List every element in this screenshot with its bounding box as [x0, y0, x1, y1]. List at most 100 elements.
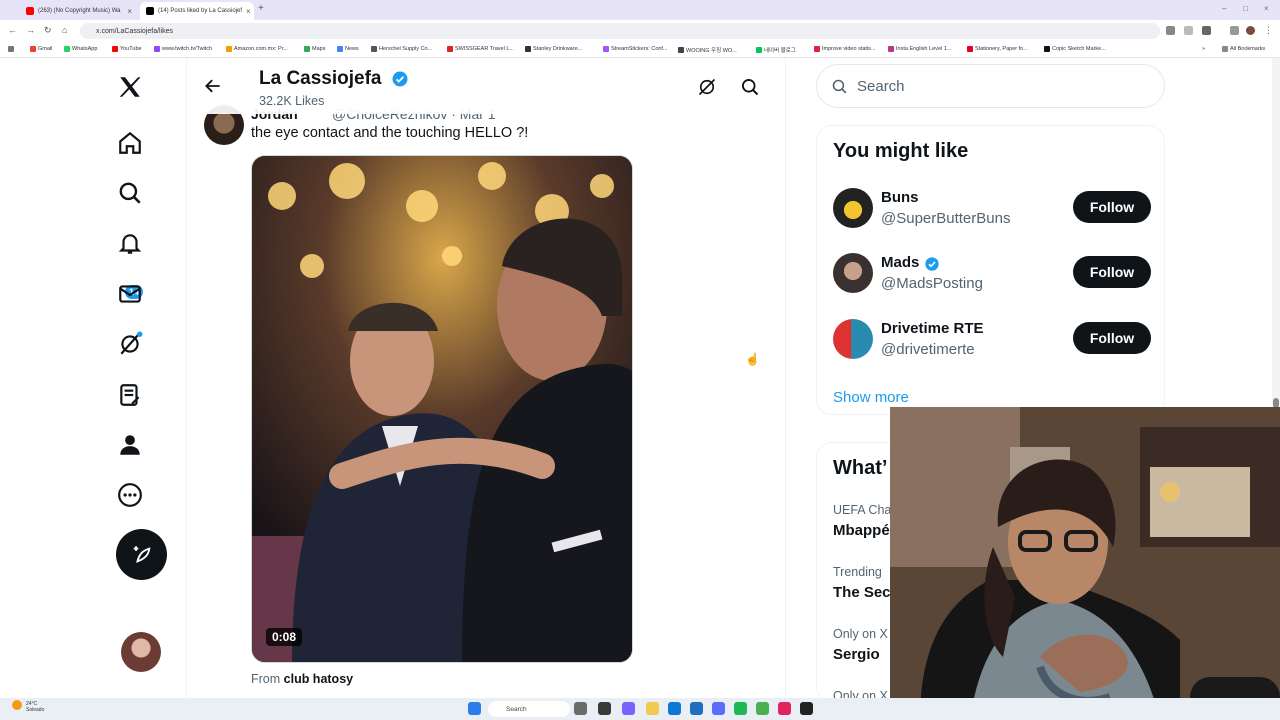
- lists-icon[interactable]: [115, 380, 145, 410]
- x-logo-icon[interactable]: [115, 72, 145, 102]
- youtube-icon: [26, 7, 34, 15]
- all-bookmarks-button[interactable]: All Bookmarks: [1222, 46, 1265, 52]
- avatar[interactable]: [833, 188, 873, 228]
- obs-icon[interactable]: [800, 702, 813, 715]
- app-icon[interactable]: [778, 702, 791, 715]
- likes-count: 32.2K Likes: [259, 94, 325, 108]
- follow-button[interactable]: Follow: [1073, 322, 1151, 354]
- extension-icon[interactable]: [1166, 26, 1175, 35]
- apps-grid-icon[interactable]: [8, 46, 14, 52]
- bookmark-swissgear[interactable]: SWISSGEAR Travel L...: [447, 46, 514, 52]
- avatar[interactable]: [833, 319, 873, 359]
- bookmark-whatsapp[interactable]: WhatsApp: [64, 46, 97, 52]
- bookmark-streamstickers[interactable]: StreamStickers: Conf...: [603, 46, 668, 52]
- trend-meta: Trending: [833, 565, 882, 579]
- zoom-icon[interactable]: [712, 702, 725, 715]
- bookmark-herschel[interactable]: Herschel Supply Co...: [371, 46, 432, 52]
- taskbar-search[interactable]: Search: [488, 701, 570, 717]
- new-tab-button[interactable]: +: [258, 3, 264, 14]
- bookmark-stanley[interactable]: Stanley Drinkware...: [525, 46, 582, 52]
- suggestion-name[interactable]: Buns: [881, 189, 919, 206]
- account-avatar[interactable]: [121, 632, 161, 672]
- suggestion-name[interactable]: Drivetime RTE: [881, 320, 984, 337]
- source-account-link[interactable]: club hatosy: [284, 672, 353, 686]
- bookmark-maps[interactable]: Maps: [304, 46, 325, 52]
- suggestion-row[interactable]: Buns @SuperButterBuns Follow: [833, 188, 1153, 238]
- video-source-attribution[interactable]: From club hatosy: [251, 672, 353, 686]
- weather-widget[interactable]: 24°C Soleado: [26, 701, 44, 713]
- trend-meta: Only on X: [833, 627, 888, 641]
- suggestion-row[interactable]: Drivetime RTE @drivetimerte Follow: [833, 319, 1153, 369]
- bookmark-news[interactable]: News: [337, 46, 359, 52]
- windows-taskbar: 24°C Soleado Search: [0, 698, 1280, 720]
- compose-post-button[interactable]: [116, 529, 167, 580]
- home-icon[interactable]: ⌂: [62, 25, 67, 35]
- bookmark-twitch[interactable]: www.twitch.tv/Twitch: [154, 46, 212, 52]
- bookmark-improve-video[interactable]: Improve video statis...: [814, 46, 876, 52]
- bookmark-wooing[interactable]: WOOING 우징 WO...: [678, 46, 737, 54]
- follow-button[interactable]: Follow: [1073, 256, 1151, 288]
- tweet-video[interactable]: 0:08: [251, 155, 633, 663]
- extension-icon[interactable]: [1184, 26, 1193, 35]
- file-explorer-icon[interactable]: [646, 702, 659, 715]
- notifications-bell-icon[interactable]: [115, 229, 145, 259]
- suggestion-handle: @MadsPosting: [881, 275, 983, 292]
- suggestion-handle: @SuperButterBuns: [881, 210, 1011, 227]
- weather-sun-icon[interactable]: [12, 700, 22, 710]
- show-more-link[interactable]: Show more: [833, 389, 909, 406]
- bookmark-insta-english[interactable]: Insta English Level 1...: [888, 46, 951, 52]
- browser-tab-x[interactable]: (14) Posts liked by La Cassiojef ×: [140, 2, 254, 20]
- task-view-icon[interactable]: [574, 702, 587, 715]
- app-icon[interactable]: [690, 702, 703, 715]
- grok-icon[interactable]: [697, 77, 717, 97]
- who-to-follow-title: You might like: [833, 140, 969, 162]
- close-window-button[interactable]: ×: [1264, 4, 1269, 13]
- bookmark-naver[interactable]: 네이버 블로그: [756, 46, 796, 54]
- webcam-overlay: [890, 407, 1280, 720]
- menu-kebab-icon[interactable]: ⋮: [1264, 25, 1273, 36]
- explore-search-icon[interactable]: [115, 178, 145, 208]
- maximize-button[interactable]: □: [1243, 4, 1248, 13]
- search-icon[interactable]: [740, 77, 760, 97]
- minimize-button[interactable]: –: [1222, 4, 1226, 13]
- avatar[interactable]: [833, 253, 873, 293]
- chrome-icon[interactable]: [756, 702, 769, 715]
- bookmarks-bar: Gmail WhatsApp YouTube www.twitch.tv/Twi…: [0, 42, 1280, 58]
- bookmark-gmail[interactable]: Gmail: [30, 46, 52, 52]
- bookmark-amazon[interactable]: Amazon.com.mx: Pr...: [226, 46, 288, 52]
- edge-icon[interactable]: [668, 702, 681, 715]
- browser-tab-youtube[interactable]: (263) (No Copyright Music) Wa ×: [20, 2, 138, 20]
- app-icon[interactable]: [598, 702, 611, 715]
- close-tab-icon[interactable]: ×: [127, 7, 132, 16]
- more-options-icon[interactable]: [115, 480, 145, 510]
- extensions-puzzle-icon[interactable]: [1202, 26, 1211, 35]
- spotify-icon[interactable]: [734, 702, 747, 715]
- downloads-icon[interactable]: [1230, 26, 1239, 35]
- messages-mail-icon[interactable]: [115, 279, 145, 309]
- back-button[interactable]: ←: [8, 25, 17, 35]
- trend-name[interactable]: Sergio: [833, 646, 880, 663]
- bookmark-youtube[interactable]: YouTube: [112, 46, 142, 52]
- forward-button[interactable]: →: [26, 25, 35, 35]
- search-input[interactable]: Search: [816, 64, 1165, 108]
- trend-name[interactable]: The Sec: [833, 584, 891, 601]
- suggestion-row[interactable]: Mads @MadsPosting Follow: [833, 253, 1153, 303]
- windows-start-icon[interactable]: [468, 702, 481, 715]
- bookmark-copic[interactable]: Copic Sketch Marke...: [1044, 46, 1106, 52]
- profile-person-icon[interactable]: [115, 430, 145, 460]
- bookmark-stationery[interactable]: Stationery, Paper fo...: [967, 46, 1028, 52]
- webcam-feed: [890, 407, 1280, 720]
- reload-button[interactable]: ↻: [44, 25, 52, 36]
- home-icon[interactable]: [115, 128, 145, 158]
- trend-name[interactable]: Mbappé: [833, 522, 890, 539]
- verified-badge-icon: [392, 71, 408, 87]
- address-bar[interactable]: x.com/LaCassiojefa/likes: [80, 23, 1160, 39]
- follow-button[interactable]: Follow: [1073, 191, 1151, 223]
- back-arrow-icon[interactable]: [203, 76, 223, 102]
- close-tab-icon[interactable]: ×: [246, 7, 251, 16]
- profile-avatar-icon[interactable]: [1246, 26, 1255, 35]
- app-icon[interactable]: [622, 702, 635, 715]
- bookmarks-overflow-icon[interactable]: »: [1202, 46, 1205, 52]
- grok-icon[interactable]: [115, 329, 145, 359]
- suggestion-name[interactable]: Mads: [881, 254, 919, 271]
